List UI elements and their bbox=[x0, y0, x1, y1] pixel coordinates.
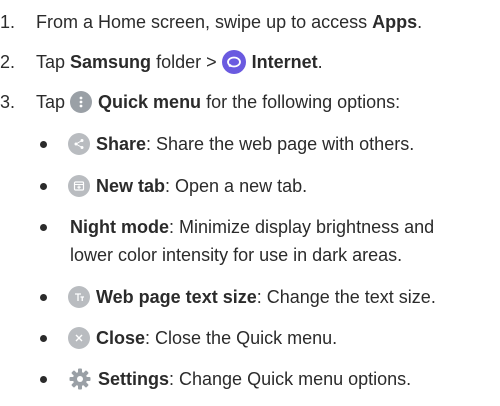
bullet-desc: : Minimize display brightness and bbox=[169, 216, 435, 237]
step-text-mid: folder > bbox=[151, 51, 222, 72]
settings-icon bbox=[68, 367, 92, 391]
bullet-desc: : Change the text size. bbox=[256, 286, 436, 307]
bullet-dot bbox=[40, 140, 47, 148]
bullet-title: New tab bbox=[96, 175, 166, 196]
bullet-desc: : Share the web page with others. bbox=[146, 133, 415, 154]
bullet-title: Night mode bbox=[70, 216, 169, 237]
step-text-end: . bbox=[417, 11, 423, 32]
step-text: From a Home screen, swipe up to access bbox=[36, 11, 373, 32]
bullet-desc: : Close the Quick menu. bbox=[145, 327, 338, 348]
bullet-desc-cont: lower color intensity for use in dark ar… bbox=[70, 244, 403, 265]
new-tab-icon bbox=[68, 175, 90, 197]
bullet-title: Share bbox=[96, 133, 147, 154]
step-number: 2. bbox=[0, 51, 16, 72]
step-text: Tap bbox=[36, 91, 71, 112]
bullet-title: Web page text size bbox=[96, 286, 257, 307]
step-bold-samsung: Samsung bbox=[70, 51, 152, 72]
text-size-icon bbox=[68, 286, 90, 308]
step-bold-internet: Internet bbox=[251, 51, 318, 72]
bullet-dot bbox=[40, 375, 47, 383]
bullet-desc: : Change Quick menu options. bbox=[169, 368, 412, 389]
step-bold: Apps bbox=[372, 11, 418, 32]
step-text-end: for the following options: bbox=[201, 91, 401, 112]
share-icon bbox=[68, 133, 90, 155]
bullet-dot bbox=[40, 334, 47, 342]
bullet-title: Close bbox=[96, 327, 146, 348]
more-options-icon bbox=[70, 91, 93, 113]
step-text-end: . bbox=[317, 51, 323, 72]
bullet-dot bbox=[40, 293, 47, 301]
bullet-title: Settings bbox=[98, 368, 170, 389]
step-number: 1. bbox=[0, 11, 16, 32]
step-text: Tap bbox=[36, 51, 71, 72]
step-number: 3. bbox=[0, 91, 16, 112]
bullet-desc: : Open a new tab. bbox=[165, 175, 308, 196]
bullet-dot bbox=[40, 223, 47, 231]
close-icon bbox=[68, 327, 90, 349]
bullet-dot bbox=[40, 182, 47, 190]
step-bold: Quick menu bbox=[98, 91, 202, 112]
internet-icon bbox=[221, 50, 246, 74]
